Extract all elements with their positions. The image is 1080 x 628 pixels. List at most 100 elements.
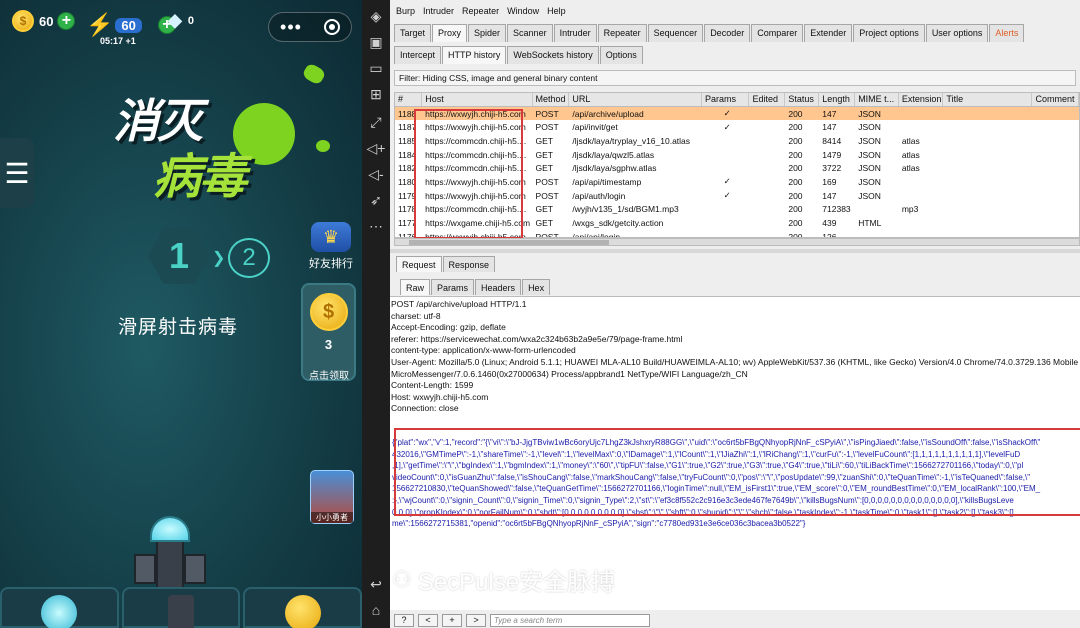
table-row[interactable]: 1188 https://wxwyjh.chiji-h5.com POST/api/… bbox=[395, 106, 1079, 121]
more-options-button[interactable]: ••• bbox=[280, 17, 302, 38]
cell-method: POST bbox=[535, 190, 559, 201]
home-icon[interactable]: ⌂ bbox=[366, 600, 386, 620]
cell-length: 1479 bbox=[822, 149, 842, 160]
tab-scanner[interactable]: Scanner bbox=[507, 24, 553, 42]
volume-up-icon[interactable]: ◁+ bbox=[366, 138, 386, 158]
col-host[interactable]: Host bbox=[422, 93, 533, 106]
col-edited[interactable]: Edited bbox=[749, 93, 786, 106]
cell-ext: atlas bbox=[901, 135, 920, 146]
filter-bar[interactable]: Filter: Hiding CSS, image and general bi… bbox=[394, 70, 1076, 86]
cell-status: 200 bbox=[788, 218, 803, 229]
menu-help[interactable]: Help bbox=[547, 6, 566, 22]
help-button[interactable]: ? bbox=[394, 613, 414, 627]
col-params[interactable]: Params bbox=[702, 93, 750, 106]
table-horizontal-scrollbar[interactable] bbox=[394, 238, 1080, 246]
add-file-icon[interactable]: ⊞ bbox=[366, 84, 386, 104]
slot-coin[interactable] bbox=[243, 587, 362, 628]
table-row[interactable]: 1178 https://commcdn.chiji-h5.... GET/wyjh… bbox=[395, 203, 1079, 217]
menu-window[interactable]: Window bbox=[507, 6, 539, 22]
table-row[interactable]: 1179 https://wxwyjh.chiji-h5.com POST/api/… bbox=[395, 189, 1079, 203]
tab-project-options[interactable]: Project options bbox=[853, 24, 925, 42]
table-row[interactable]: 1185 https://commcdn.chiji-h5.... GET/ljsd… bbox=[395, 134, 1079, 148]
tab-websockets-history[interactable]: WebSockets history bbox=[507, 46, 599, 64]
tab-options[interactable]: Options bbox=[599, 46, 643, 64]
back-icon[interactable]: ↩ bbox=[366, 574, 386, 594]
diamond-tool-icon[interactable]: ◈ bbox=[366, 6, 386, 26]
cell-length: 147 bbox=[822, 122, 837, 133]
tab-repeater[interactable]: Repeater bbox=[597, 24, 647, 42]
tab-request[interactable]: Request bbox=[396, 256, 442, 272]
menu-burp[interactable]: Burp bbox=[396, 6, 415, 22]
col-url[interactable]: URL bbox=[569, 93, 702, 106]
col-length[interactable]: Length bbox=[819, 93, 856, 106]
table-row[interactable]: 1176 https://wxwyjh.chiji-h5.com POST/api/… bbox=[395, 230, 1079, 237]
volume-down-icon[interactable]: ◁- bbox=[366, 164, 386, 184]
col-method[interactable]: Method bbox=[533, 93, 570, 106]
tab-intruder[interactable]: Intruder bbox=[553, 24, 597, 42]
add-coins-button[interactable]: + bbox=[57, 12, 76, 30]
screen-icon[interactable]: ▭ bbox=[366, 58, 386, 78]
tab-spider[interactable]: Spider bbox=[468, 24, 507, 42]
tab-comparer[interactable]: Comparer bbox=[751, 24, 804, 42]
tab-hex[interactable]: Hex bbox=[522, 279, 551, 295]
cell-mime: JSON bbox=[858, 149, 881, 160]
tab-headers[interactable]: Headers bbox=[475, 279, 522, 295]
cell-host: https://wxgame.chiji-h5.com bbox=[425, 218, 531, 229]
tab-intercept[interactable]: Intercept bbox=[394, 46, 442, 64]
bottom-slots bbox=[0, 587, 362, 628]
more-icon[interactable]: ⋯ bbox=[366, 216, 386, 236]
expand-icon[interactable]: ⤢ bbox=[366, 112, 386, 132]
pane-divider[interactable] bbox=[390, 249, 1080, 253]
friend-rank-button[interactable]: ♛ 好友排行 bbox=[306, 222, 356, 271]
search-input[interactable]: Type a search term bbox=[490, 613, 650, 627]
tab-raw[interactable]: Raw bbox=[400, 279, 431, 295]
cell-status: 200 bbox=[788, 163, 803, 174]
briefcase-icon[interactable]: ▣ bbox=[366, 32, 386, 52]
col-number[interactable]: # bbox=[395, 93, 423, 106]
table-row[interactable]: 1177 https://wxgame.chiji-h5.com GET/wxgs_… bbox=[395, 216, 1079, 230]
menu-intruder[interactable]: Intruder bbox=[423, 6, 454, 22]
tab-user-options[interactable]: User options bbox=[925, 24, 989, 42]
cell-n: 1185 bbox=[398, 135, 417, 146]
col-mime[interactable]: MIME t... bbox=[855, 93, 899, 106]
hero-card[interactable]: 小小勇者 bbox=[310, 470, 354, 524]
slot-shield[interactable] bbox=[0, 587, 119, 628]
tab-alerts[interactable]: Alerts bbox=[989, 24, 1025, 42]
tab-params[interactable]: Params bbox=[431, 279, 475, 295]
tab-decoder[interactable]: Decoder bbox=[704, 24, 751, 42]
chevron-right-icon: ❯ bbox=[212, 250, 226, 267]
scroll-thumb[interactable] bbox=[409, 240, 609, 245]
table-row[interactable]: 1182 https://commcdn.chiji-h5.... GET/ljsd… bbox=[395, 161, 1079, 175]
cell-params: ✓ bbox=[723, 121, 731, 132]
table-row[interactable]: 1184 https://commcdn.chiji-h5.... GET/ljsd… bbox=[395, 148, 1079, 162]
col-status[interactable]: Status bbox=[785, 93, 820, 106]
add-button[interactable]: + bbox=[442, 613, 462, 627]
cell-length: 439 bbox=[822, 218, 837, 229]
tab-extender[interactable]: Extender bbox=[804, 24, 853, 42]
cell-params: ✓ bbox=[723, 176, 731, 187]
rocket-icon[interactable]: ➶ bbox=[366, 190, 386, 210]
ship-dome bbox=[150, 516, 190, 542]
tab-response[interactable]: Response bbox=[442, 256, 496, 272]
table-row[interactable]: 1187 https://wxwyjh.chiji-h5.com POST/api/… bbox=[395, 120, 1079, 134]
slot-weapon[interactable] bbox=[121, 587, 241, 628]
cell-n: 1178 bbox=[398, 204, 417, 215]
tab-target[interactable]: Target bbox=[394, 24, 432, 42]
tab-http-history[interactable]: HTTP history bbox=[442, 46, 507, 64]
col-extension[interactable]: Extension bbox=[899, 93, 944, 106]
cell-host: https://wxwyjh.chiji-h5.com bbox=[425, 176, 526, 187]
request-line: MicroMessenger/7.0.6.1460(0x27000634) Pr… bbox=[391, 368, 748, 379]
tab-sequencer[interactable]: Sequencer bbox=[647, 24, 704, 42]
side-menu-button[interactable]: ☰ bbox=[0, 138, 34, 208]
cell-length: 3722 bbox=[822, 163, 842, 174]
prev-button[interactable]: < bbox=[418, 613, 438, 627]
col-comment[interactable]: Comment bbox=[1032, 93, 1079, 106]
next-button[interactable]: > bbox=[466, 613, 486, 627]
cell-mime: JSON bbox=[858, 163, 881, 174]
menu-repeater[interactable]: Repeater bbox=[462, 6, 499, 22]
col-title[interactable]: Title bbox=[943, 93, 1033, 106]
view-tabs: Raw Params Headers Hex bbox=[400, 279, 551, 295]
tab-proxy[interactable]: Proxy bbox=[432, 24, 468, 42]
table-row[interactable]: 1180 https://wxwyjh.chiji-h5.com POST/api/… bbox=[395, 175, 1079, 189]
close-miniprogram-button[interactable] bbox=[323, 19, 340, 35]
